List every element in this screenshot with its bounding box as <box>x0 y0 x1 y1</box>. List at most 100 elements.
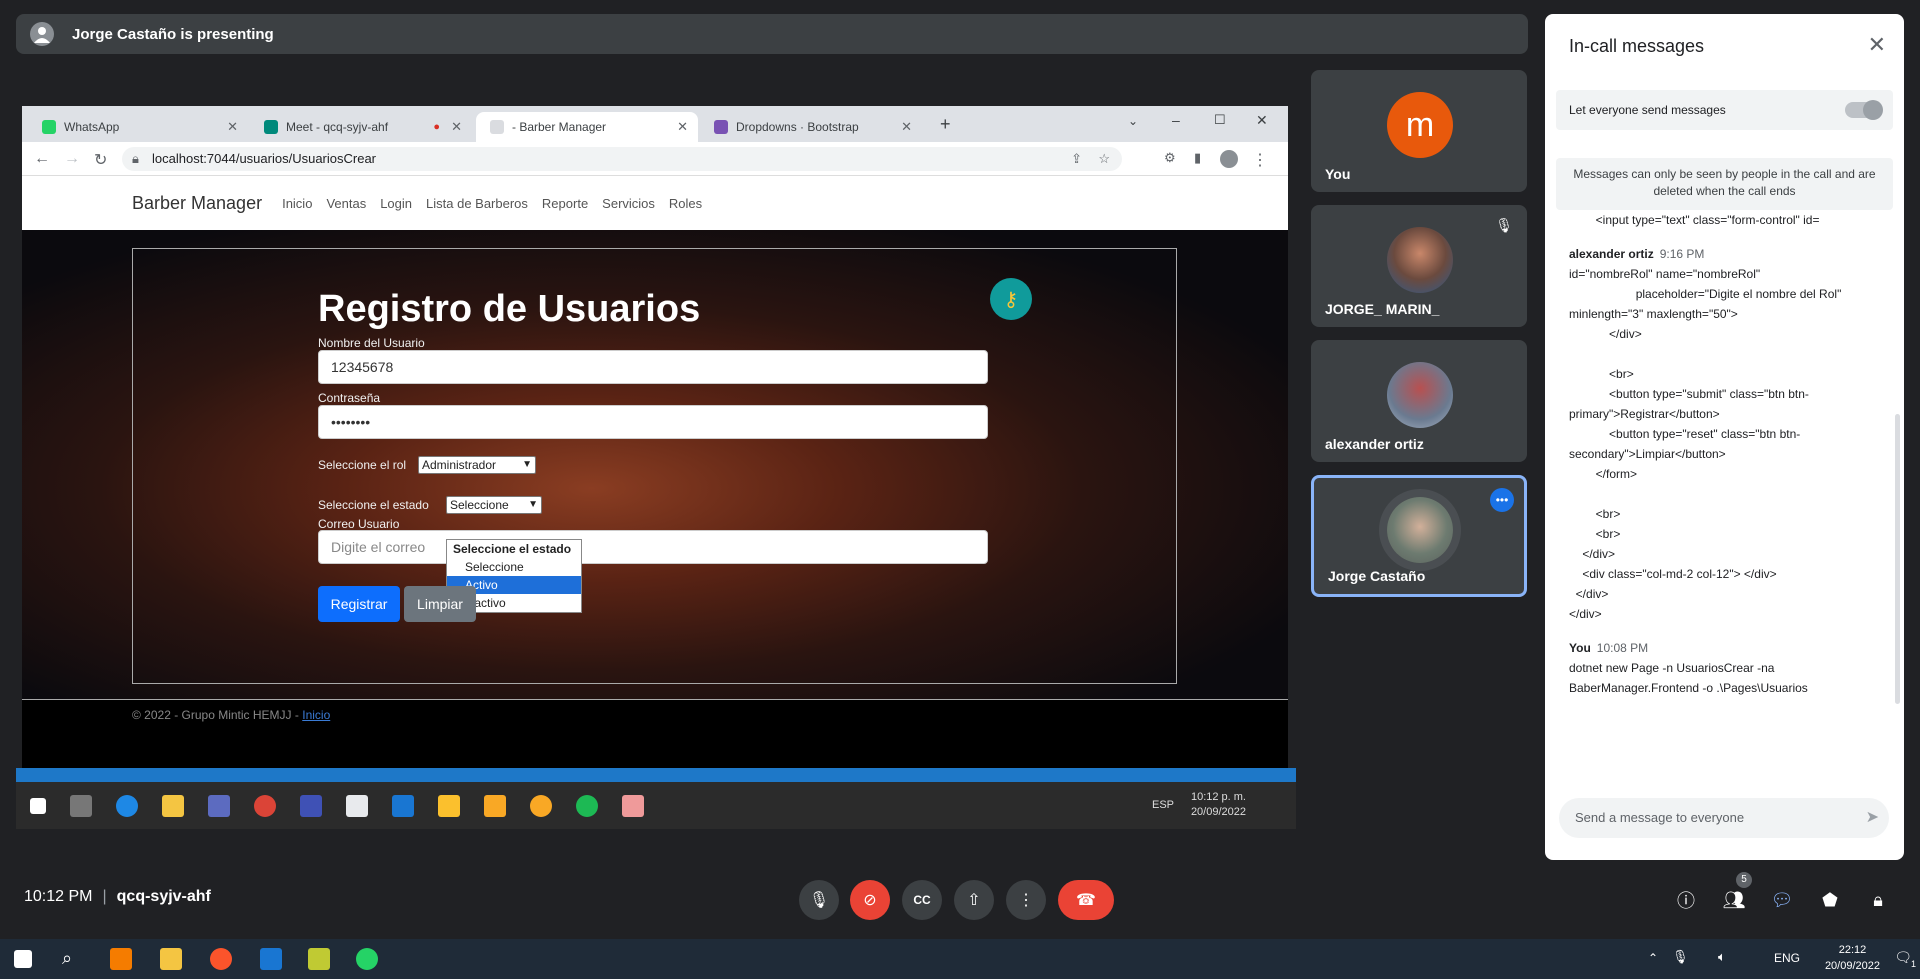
presenting-text: Jorge Castaño is presenting <box>72 25 274 43</box>
state-select-value: Seleccione <box>450 498 509 512</box>
vscode-icon[interactable] <box>260 948 282 970</box>
web-page: Barber Manager Inicio Ventas Login Lista… <box>22 176 1288 786</box>
vscode-icon <box>392 794 414 817</box>
close-tab-icon[interactable]: ✕ <box>901 119 912 135</box>
close-icon[interactable]: ✕ <box>1868 32 1886 58</box>
register-button[interactable]: Registrar <box>318 586 400 622</box>
nav-ventas[interactable]: Ventas <box>326 196 366 211</box>
chat-scrollbar[interactable] <box>1895 414 1900 704</box>
share-icon[interactable]: ⇪ <box>1071 147 1082 171</box>
nav-roles[interactable]: Roles <box>669 196 702 211</box>
more-options-button[interactable]: ⋮ <box>1006 880 1046 920</box>
tab-bootstrap[interactable]: Dropdowns · Bootstrap ✕ <box>700 112 922 142</box>
tab-search-icon[interactable]: ⌄ <box>1128 114 1138 128</box>
maximize-icon[interactable]: ☐ <box>1214 112 1226 128</box>
menu-icon[interactable]: ⋮ <box>1252 150 1268 170</box>
close-tab-icon[interactable]: ✕ <box>451 119 462 135</box>
meeting-code: qcq-syjv-ahf <box>116 888 211 905</box>
message-input[interactable]: Send a message to everyone ➤ <box>1559 798 1889 838</box>
tab-barber-manager[interactable]: - Barber Manager ✕ <box>476 112 698 142</box>
meet-icon <box>264 120 278 134</box>
password-label: Contraseña <box>318 391 381 405</box>
leave-call-button[interactable]: ☎︎ <box>1058 880 1114 920</box>
app-icon[interactable] <box>308 948 330 970</box>
participant-tile-you[interactable]: m You <box>1311 70 1527 192</box>
tab-meet[interactable]: Meet - qcq-syjv-ahf ● ✕ <box>250 112 472 142</box>
participant-name: You <box>1325 166 1351 182</box>
forward-icon[interactable]: → <box>64 150 80 168</box>
key-icon[interactable]: ⚷ <box>990 278 1032 320</box>
url-input[interactable]: 🔒︎ localhost:7044/usuarios/UsuariosCrear… <box>122 147 1122 171</box>
nav-login[interactable]: Login <box>380 196 412 211</box>
windows-start-icon <box>30 797 46 814</box>
avatar <box>1387 227 1453 293</box>
close-window-icon[interactable]: ✕ <box>1256 112 1268 129</box>
message-time: 9:16 PM <box>1659 247 1705 261</box>
footer-divider <box>22 699 1288 700</box>
tray-volume-icon[interactable]: 🔈︎ <box>1718 949 1726 965</box>
footer-link-inicio[interactable]: Inicio <box>302 708 330 722</box>
shared-tray-time: 10:12 p. m. <box>1190 791 1246 803</box>
participant-tile-jorge-castano[interactable]: ••• Jorge Castaño <box>1311 475 1527 597</box>
people-count-badge: 5 <box>1736 872 1752 888</box>
new-tab-icon[interactable]: + <box>940 114 951 135</box>
host-controls-icon[interactable]: 🔒︎ <box>1866 888 1890 912</box>
more-vert-icon: ⋮ <box>1018 892 1034 909</box>
brave-icon[interactable] <box>210 948 232 970</box>
avatar: m <box>1387 92 1453 158</box>
participant-tile-alexander-ortiz[interactable]: alexander ortiz <box>1311 340 1527 462</box>
presenting-banner: Jorge Castaño is presenting <box>16 14 1528 54</box>
extensions-icon[interactable]: ⚙ <box>1164 150 1176 166</box>
role-select[interactable]: Administrador ▼ <box>418 456 536 474</box>
folder-icon[interactable] <box>160 948 182 970</box>
windows-start-icon[interactable] <box>14 950 32 968</box>
notification-count: 1 <box>1910 959 1916 969</box>
avatar <box>1387 362 1453 428</box>
profile-avatar[interactable] <box>1220 150 1238 168</box>
participant-tile-jorge-marin[interactable]: 🎙︎ JORGE_ MARIN_ <box>1311 205 1527 327</box>
people-icon[interactable]: 👥︎ <box>1722 888 1746 912</box>
activities-icon[interactable]: ⬟ <box>1818 888 1842 912</box>
meeting-details-icon[interactable]: ⓘ <box>1674 888 1698 912</box>
clear-button[interactable]: Limpiar <box>404 586 476 622</box>
present-button[interactable]: ⇧ <box>954 880 994 920</box>
camera-off-button[interactable]: ⊘ <box>850 880 890 920</box>
tray-chevron-icon[interactable]: ⌃ <box>1648 951 1658 965</box>
microphone-button[interactable]: 🎙︎ <box>799 880 839 920</box>
folder-icon <box>162 794 184 817</box>
password-input[interactable]: •••••••• <box>318 405 988 439</box>
search-icon[interactable]: ⌕ <box>62 948 84 970</box>
notifications-icon[interactable]: 🗨︎ <box>1894 949 1912 966</box>
back-icon[interactable]: ← <box>34 150 50 168</box>
chat-icon[interactable]: 💬︎ <box>1770 888 1794 912</box>
whatsapp-icon[interactable] <box>356 948 378 970</box>
tray-lang[interactable]: ENG <box>1774 951 1800 965</box>
username-input[interactable]: 12345678 <box>318 350 988 384</box>
participant-name: alexander ortiz <box>1325 436 1424 452</box>
nav-lista-barberos[interactable]: Lista de Barberos <box>426 196 528 211</box>
sublime-icon[interactable] <box>110 948 132 970</box>
state-select[interactable]: Seleccione ▼ <box>446 496 542 514</box>
message-time: 10:08 PM <box>1596 641 1649 655</box>
let-everyone-toggle[interactable] <box>1845 100 1883 120</box>
captions-button[interactable]: CC <box>902 880 942 920</box>
close-tab-icon[interactable]: ✕ <box>677 119 688 135</box>
clock[interactable]: 22:12 20/09/2022 <box>1825 942 1880 974</box>
site-brand[interactable]: Barber Manager <box>132 193 262 214</box>
tab-whatsapp[interactable]: WhatsApp ✕ <box>28 112 248 142</box>
email-input[interactable]: Digite el correo <box>318 530 988 564</box>
reload-icon[interactable]: ↻ <box>94 150 107 170</box>
minimize-icon[interactable]: – <box>1172 112 1180 128</box>
nav-inicio[interactable]: Inicio <box>282 196 312 211</box>
nav-servicios[interactable]: Servicios <box>602 196 655 211</box>
send-icon[interactable]: ➤ <box>1866 798 1879 838</box>
message-author: You <box>1569 641 1591 655</box>
close-tab-icon[interactable]: ✕ <box>227 119 238 135</box>
option-seleccione[interactable]: Seleccione <box>447 558 581 576</box>
more-options-icon[interactable]: ••• <box>1490 488 1514 512</box>
sidebar-icon[interactable]: ▮ <box>1194 150 1201 166</box>
bookmark-star-icon[interactable]: ☆ <box>1098 147 1110 171</box>
app-icon <box>300 794 322 817</box>
camera-off-icon: ⊘ <box>863 892 877 909</box>
nav-reporte[interactable]: Reporte <box>542 196 588 211</box>
